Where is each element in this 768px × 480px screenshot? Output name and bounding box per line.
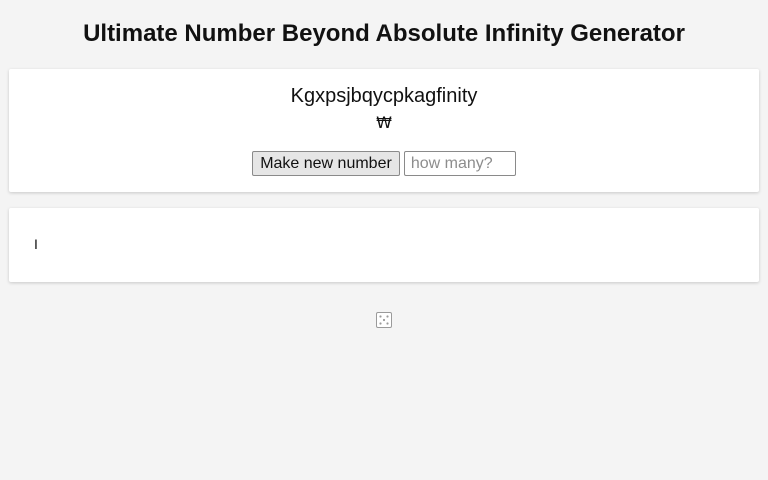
dice-icon[interactable] bbox=[376, 312, 392, 328]
output-text: I bbox=[34, 236, 38, 252]
generator-card: Kgxpsjbqycpkagfinity ₩ Make new number bbox=[9, 69, 759, 192]
number-symbol: ₩ bbox=[376, 113, 392, 132]
how-many-input[interactable] bbox=[403, 151, 516, 176]
make-new-number-button[interactable]: Make new number bbox=[252, 151, 400, 176]
page-title: Ultimate Number Beyond Absolute Infinity… bbox=[83, 20, 685, 47]
number-name: Kgxpsjbqycpkagfinity bbox=[290, 85, 478, 107]
output-card: I bbox=[9, 208, 759, 282]
generator-controls: Make new number bbox=[9, 151, 759, 176]
